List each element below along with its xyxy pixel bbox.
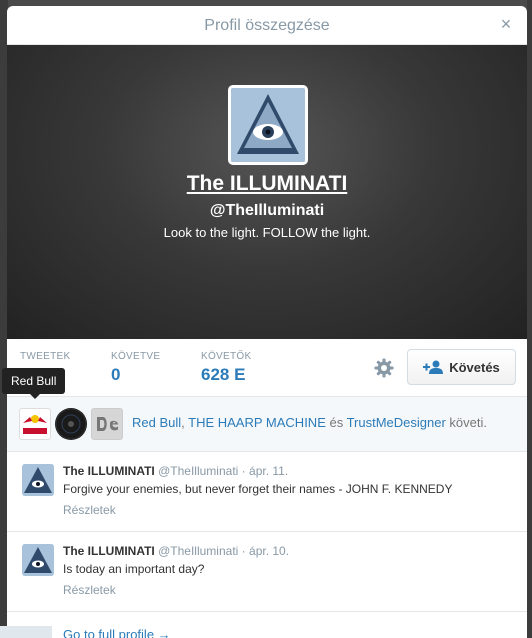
profile-stats: TWEETEK KÖVETVE 0 KÖVETŐK 628 E Követés [7,339,527,397]
add-user-icon [423,360,444,374]
background-panel [0,626,52,638]
followed-by-link[interactable]: THE HAARP MACHINE [188,415,326,430]
tweet-header: The ILLUMINATI @TheIlluminati · ápr. 11. [63,464,289,478]
tweet-item[interactable]: The ILLUMINATI @TheIlluminati · ápr. 10.… [7,532,527,612]
de-logo-icon [92,409,122,439]
profile-name[interactable]: The ILLUMINATI [7,172,527,196]
followed-by-link[interactable]: TrustMeDesigner [347,415,446,430]
stat-following[interactable]: KÖVETVE 0 [111,351,160,385]
page-background-right [527,0,532,638]
follow-button[interactable]: Követés [407,349,516,385]
followed-by-text: Red Bull, THE HAARP MACHINE és TrustMeDe… [132,415,487,430]
pyramid-eye-icon [231,88,305,162]
profile-summary-modal: Profil összegzése × The ILLUMINATI @TheI… [7,6,527,638]
followed-by-link[interactable]: Red Bull [132,415,181,430]
full-profile-link[interactable]: Go to full profile → [63,627,171,638]
tweet-author-handle[interactable]: @TheIlluminati [158,544,238,558]
avatar-trustmedesigner[interactable] [91,408,123,440]
profile-bio: Look to the light. FOLLOW the light. [163,225,371,240]
stat-value: 628 E [201,365,246,384]
tweet-author-handle[interactable]: @TheIlluminati [158,464,238,478]
pyramid-eye-icon [22,544,54,576]
tooltip: Red Bull [2,368,66,399]
close-icon[interactable]: × [497,15,515,33]
stat-tweets[interactable]: TWEETEK [20,351,70,365]
follow-button-label: Követés [449,359,500,375]
tweet-details-link[interactable]: Részletek [63,503,116,517]
tweet-item[interactable]: The ILLUMINATI @TheIlluminati · ápr. 11.… [7,452,527,532]
tweet-avatar[interactable] [22,464,54,496]
tweet-date[interactable]: ápr. 11. [249,464,288,478]
tweet-author-name[interactable]: The ILLUMINATI [63,544,155,558]
stat-label: TWEETEK [20,351,71,362]
tweet-text: Is today an important day? [63,562,205,576]
avatar-redbull[interactable] [19,408,51,440]
modal-title: Profil összegzése [204,17,330,34]
stat-value: 0 [111,365,121,384]
tweet-header: The ILLUMINATI @TheIlluminati · ápr. 10. [63,544,290,558]
stat-label: KÖVETŐK [201,351,252,362]
profile-banner: The ILLUMINATI @TheIlluminati Look to th… [7,45,527,339]
profile-handle: @TheIlluminati [209,202,325,219]
redbull-logo-icon [23,415,47,434]
tweet-text: Forgive your enemies, but never forget t… [63,482,453,496]
stat-label: KÖVETVE [111,351,161,362]
tweet-author-name[interactable]: The ILLUMINATI [63,464,155,478]
tweet-avatar[interactable] [22,544,54,576]
profile-avatar[interactable] [228,85,308,165]
gear-icon[interactable] [374,358,394,378]
modal-header: Profil összegzése × [7,6,527,45]
avatar-haarp[interactable] [55,408,87,440]
stat-followers[interactable]: KÖVETŐK 628 E [201,351,251,385]
followed-by-row: Red Bull, THE HAARP MACHINE és TrustMeDe… [7,397,527,452]
pyramid-eye-icon [22,464,54,496]
tweet-date[interactable]: ápr. 10. [249,544,289,558]
disc-icon [55,408,87,440]
tweet-details-link[interactable]: Részletek [63,583,116,597]
